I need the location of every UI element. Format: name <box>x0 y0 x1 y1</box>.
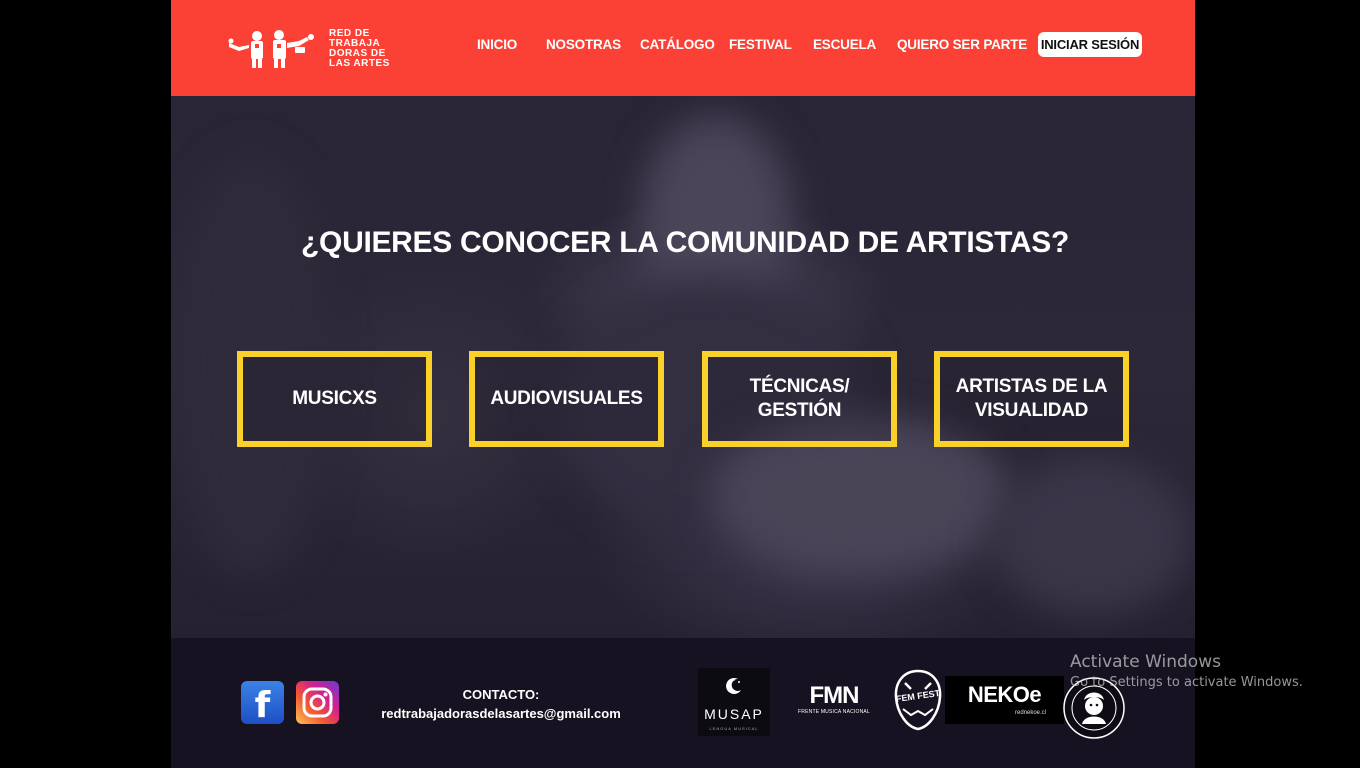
category-audiovisuales-button[interactable]: AUDIOVISUALES <box>469 351 664 447</box>
category-label-line: AUDIOVISUALES <box>490 388 643 409</box>
nav-escuela[interactable]: ESCUELA <box>813 31 876 59</box>
nav-catalogo[interactable]: CATÁLOGO <box>640 31 715 59</box>
category-label: TÉCNICAS/ GESTIÓN <box>750 375 850 423</box>
facebook-letter: f <box>254 685 271 726</box>
category-label-line: GESTIÓN <box>757 400 842 421</box>
hero-section: ¿QUIERES CONOCER LA COMUNIDAD DE ARTISTA… <box>171 96 1195 638</box>
contact-title: CONTACTO: <box>462 687 540 702</box>
partner-logo-musap[interactable]: MUSAP LENGUA MUSICAL <box>698 668 770 736</box>
hero-title: ¿QUIERES CONOCER LA COMUNIDAD DE ARTISTA… <box>301 226 1069 259</box>
category-label-line: MUSICXS <box>292 388 377 409</box>
page: RED DE TRABAJA DORAS DE LAS ARTES INICIO… <box>171 0 1195 768</box>
moon-icon <box>726 677 741 694</box>
partner-name: NEKOe <box>967 682 1042 707</box>
category-label: AUDIOVISUALES <box>490 387 643 411</box>
partner-subtitle: rednekoe.cl <box>1015 710 1047 716</box>
facebook-icon[interactable]: f <box>241 681 284 726</box>
partner-logo-nekoe[interactable]: NEKOe rednekoe.cl <box>945 676 1064 724</box>
site-header: RED DE TRABAJA DORAS DE LAS ARTES INICIO… <box>171 0 1195 96</box>
nav-festival[interactable]: FESTIVAL <box>729 31 792 59</box>
activate-windows-watermark: Activate Windows Go to Settings to activ… <box>1070 651 1303 692</box>
partner-logo-fmn[interactable]: FMN FRENTE MUSICA NACIONAL <box>797 684 871 720</box>
nav-nosotras[interactable]: NOSOTRAS <box>546 31 621 59</box>
category-label-line: ARTISTAS DE LA <box>955 376 1108 397</box>
partner-subtitle: FRENTE MUSICA NACIONAL <box>798 709 870 715</box>
instagram-glyph <box>302 687 333 718</box>
category-label: MUSICXS <box>292 387 377 411</box>
category-label-line: VISUALIDAD <box>974 400 1089 421</box>
login-button[interactable]: INICIAR SESIÓN <box>1038 32 1142 57</box>
category-tecnicas-gestion-button[interactable]: TÉCNICAS/ GESTIÓN <box>702 351 897 447</box>
partner-name: MUSAP <box>704 706 764 722</box>
logo-line: LAS ARTES <box>329 58 390 69</box>
category-label-line: TÉCNICAS/ <box>749 376 850 397</box>
partner-subtitle: LENGUA MUSICAL <box>709 726 759 731</box>
nav-quiero-ser-parte[interactable]: QUIERO SER PARTE <box>897 31 1027 59</box>
category-musicxs-button[interactable]: MUSICXS <box>237 351 432 447</box>
activate-subtitle: Go to Settings to activate Windows. <box>1070 675 1303 690</box>
contact-block: CONTACTO: redtrabajadorasdelasartes@gmai… <box>371 685 631 723</box>
partner-name: FMN <box>809 682 860 709</box>
activate-title: Activate Windows <box>1070 652 1221 672</box>
site-footer: f CONTACTO: redtrabajadorasdelasartes@gm… <box>171 638 1195 768</box>
partner-logo-femfest[interactable]: FEM FEST <box>893 669 943 731</box>
logo-wordmark: RED DE TRABAJA DORAS DE LAS ARTES <box>329 29 390 69</box>
contact-email-link[interactable]: redtrabajadorasdelasartes@gmail.com <box>371 704 631 723</box>
nav-inicio[interactable]: INICIO <box>477 31 517 59</box>
category-artistas-visualidad-button[interactable]: ARTISTAS DE LA VISUALIDAD <box>934 351 1129 447</box>
category-label: ARTISTAS DE LA VISUALIDAD <box>956 375 1108 423</box>
hero-background-shape <box>991 456 1191 616</box>
instagram-icon[interactable] <box>296 681 339 724</box>
site-logo[interactable]: RED DE TRABAJA DORAS DE LAS ARTES <box>227 27 390 71</box>
logo-figures-icon <box>228 30 314 68</box>
